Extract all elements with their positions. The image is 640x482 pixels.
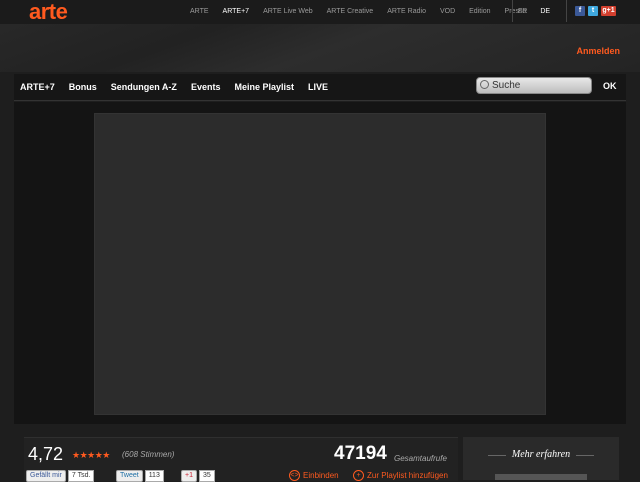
search-ok-button[interactable]: OK — [603, 81, 617, 91]
header: arte ARTE ARTE+7 ARTE Live Web ARTE Crea… — [0, 0, 640, 72]
video-info: 4,72 ★★★★★ (608 Stimmen) 47194 Gesamtauf… — [24, 437, 458, 482]
video-player[interactable] — [94, 113, 546, 415]
search-box — [476, 77, 592, 94]
search-input[interactable] — [492, 79, 588, 92]
topnav-arte[interactable]: ARTE — [190, 8, 209, 15]
plus-icon: + — [353, 470, 364, 481]
embed-icon: <> — [289, 470, 300, 481]
more-info-title: Mehr erfahren — [511, 449, 571, 460]
topnav-creative[interactable]: ARTE Creative — [327, 8, 374, 15]
nav-playlist[interactable]: Meine Playlist — [234, 82, 294, 92]
divider — [576, 455, 594, 456]
embed-label[interactable]: Einbinden — [303, 471, 339, 480]
nav-arte-plus7[interactable]: ARTE+7 — [20, 82, 55, 92]
twitter-icon[interactable]: t — [588, 6, 598, 16]
google-plus-one[interactable]: +1 35 — [181, 469, 215, 482]
add-playlist-action[interactable]: + Zur Playlist hinzufügen — [353, 470, 448, 481]
tweet[interactable]: Tweet 113 — [116, 469, 164, 482]
social-links: f t g+1 — [575, 6, 616, 16]
topnav-live-web[interactable]: ARTE Live Web — [263, 8, 313, 15]
lang-de[interactable]: DE — [540, 8, 550, 15]
nav-bonus[interactable]: Bonus — [69, 82, 97, 92]
view-count-label: Gesamtaufrufe — [394, 454, 447, 463]
arte-logo[interactable]: arte — [29, 0, 68, 25]
rating-stars[interactable]: ★★★★★ — [72, 450, 110, 461]
topnav-arte-plus7[interactable]: ARTE+7 — [223, 8, 250, 15]
more-info-panel: Mehr erfahren — [463, 437, 619, 480]
lang-fr[interactable]: FR — [518, 8, 527, 15]
language-switcher: FR DE — [518, 8, 550, 15]
divider — [566, 0, 567, 22]
nav-events[interactable]: Events — [191, 82, 221, 92]
facebook-like[interactable]: Gefällt mir 7 Tsd. — [26, 469, 95, 482]
top-navigation: ARTE ARTE+7 ARTE Live Web ARTE Creative … — [190, 8, 540, 15]
divider — [512, 0, 513, 22]
facebook-icon[interactable]: f — [575, 6, 585, 16]
rating-value: 4,72 — [28, 444, 64, 464]
view-count: 47194 — [334, 443, 387, 464]
player-area — [14, 102, 626, 424]
add-playlist-label[interactable]: Zur Playlist hinzufügen — [367, 471, 448, 480]
nav-sendungen[interactable]: Sendungen A-Z — [111, 82, 177, 92]
topnav-edition[interactable]: Edition — [469, 8, 490, 15]
embed-action[interactable]: <> Einbinden — [289, 470, 339, 481]
google-plus-icon[interactable]: g+1 — [601, 6, 616, 16]
topnav-vod[interactable]: VOD — [440, 8, 455, 15]
search-icon — [480, 80, 489, 89]
nav-live[interactable]: LIVE — [308, 82, 328, 92]
topnav-radio[interactable]: ARTE Radio — [387, 8, 426, 15]
main-navigation: ARTE+7 Bonus Sendungen A-Z Events Meine … — [14, 74, 626, 101]
thumbnail[interactable] — [495, 474, 587, 480]
login-link[interactable]: Anmelden — [576, 46, 620, 56]
rating-votes: (608 Stimmen) — [122, 450, 175, 459]
